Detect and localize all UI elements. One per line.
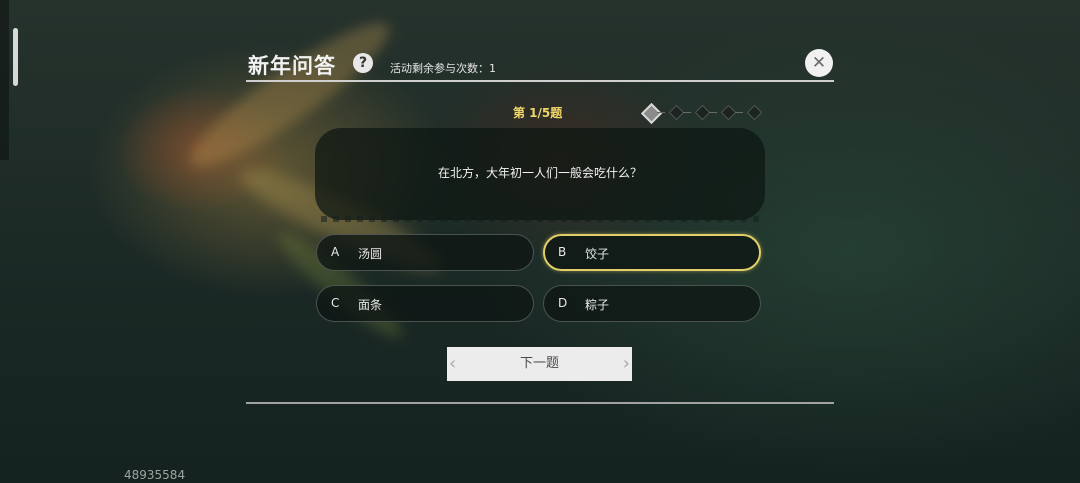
progress-connector: [683, 112, 691, 113]
side-drawer-handle[interactable]: [13, 28, 18, 86]
footer-divider: [246, 402, 834, 404]
progress-step-icon: [746, 104, 763, 121]
question-panel: 在北方，大年初一人们一般会吃什么？: [315, 128, 765, 222]
progress-connector: [709, 112, 717, 113]
progress-step-icon: [720, 104, 737, 121]
next-question-button[interactable]: ‹ 下一题 ›: [447, 347, 632, 381]
option-letter: C: [331, 296, 340, 310]
quiz-header: 新年问答 ? 活动剩余参与次数：1: [248, 48, 834, 81]
progress-step-icon: [668, 104, 685, 121]
player-uid: 48935584: [124, 468, 186, 482]
progress-step-icon: [640, 102, 663, 125]
option-letter: A: [331, 245, 340, 259]
next-question-label: 下一题: [519, 356, 559, 371]
progress-step-icon: [694, 104, 711, 121]
remaining-attempts: 活动剩余参与次数：1: [390, 62, 496, 75]
option-b-button[interactable]: B 饺子: [543, 234, 761, 271]
option-text: 面条: [358, 298, 383, 312]
option-text: 汤圆: [358, 247, 383, 261]
side-panel-edge: [0, 0, 9, 160]
question-number: 第 1/5题: [513, 106, 563, 120]
option-a-button[interactable]: A 汤圆: [316, 234, 534, 271]
option-d-button[interactable]: D 粽子: [543, 285, 761, 322]
chevron-left-icon: ‹: [449, 353, 457, 374]
header-divider: [246, 80, 834, 82]
progress-connector: [657, 112, 665, 113]
option-letter: D: [558, 296, 568, 310]
option-letter: B: [558, 245, 567, 259]
quiz-title: 新年问答: [248, 54, 336, 78]
question-progress-indicator: [640, 102, 768, 125]
option-c-button[interactable]: C 面条: [316, 285, 534, 322]
close-icon[interactable]: ✕: [805, 49, 833, 77]
chevron-right-icon: ›: [622, 353, 630, 374]
question-panel-trim: [315, 216, 765, 222]
progress-connector: [735, 112, 743, 113]
option-text: 粽子: [585, 298, 610, 312]
question-text: 在北方，大年初一人们一般会吃什么？: [437, 166, 642, 180]
help-icon[interactable]: ?: [353, 53, 373, 73]
option-text: 饺子: [585, 247, 610, 261]
